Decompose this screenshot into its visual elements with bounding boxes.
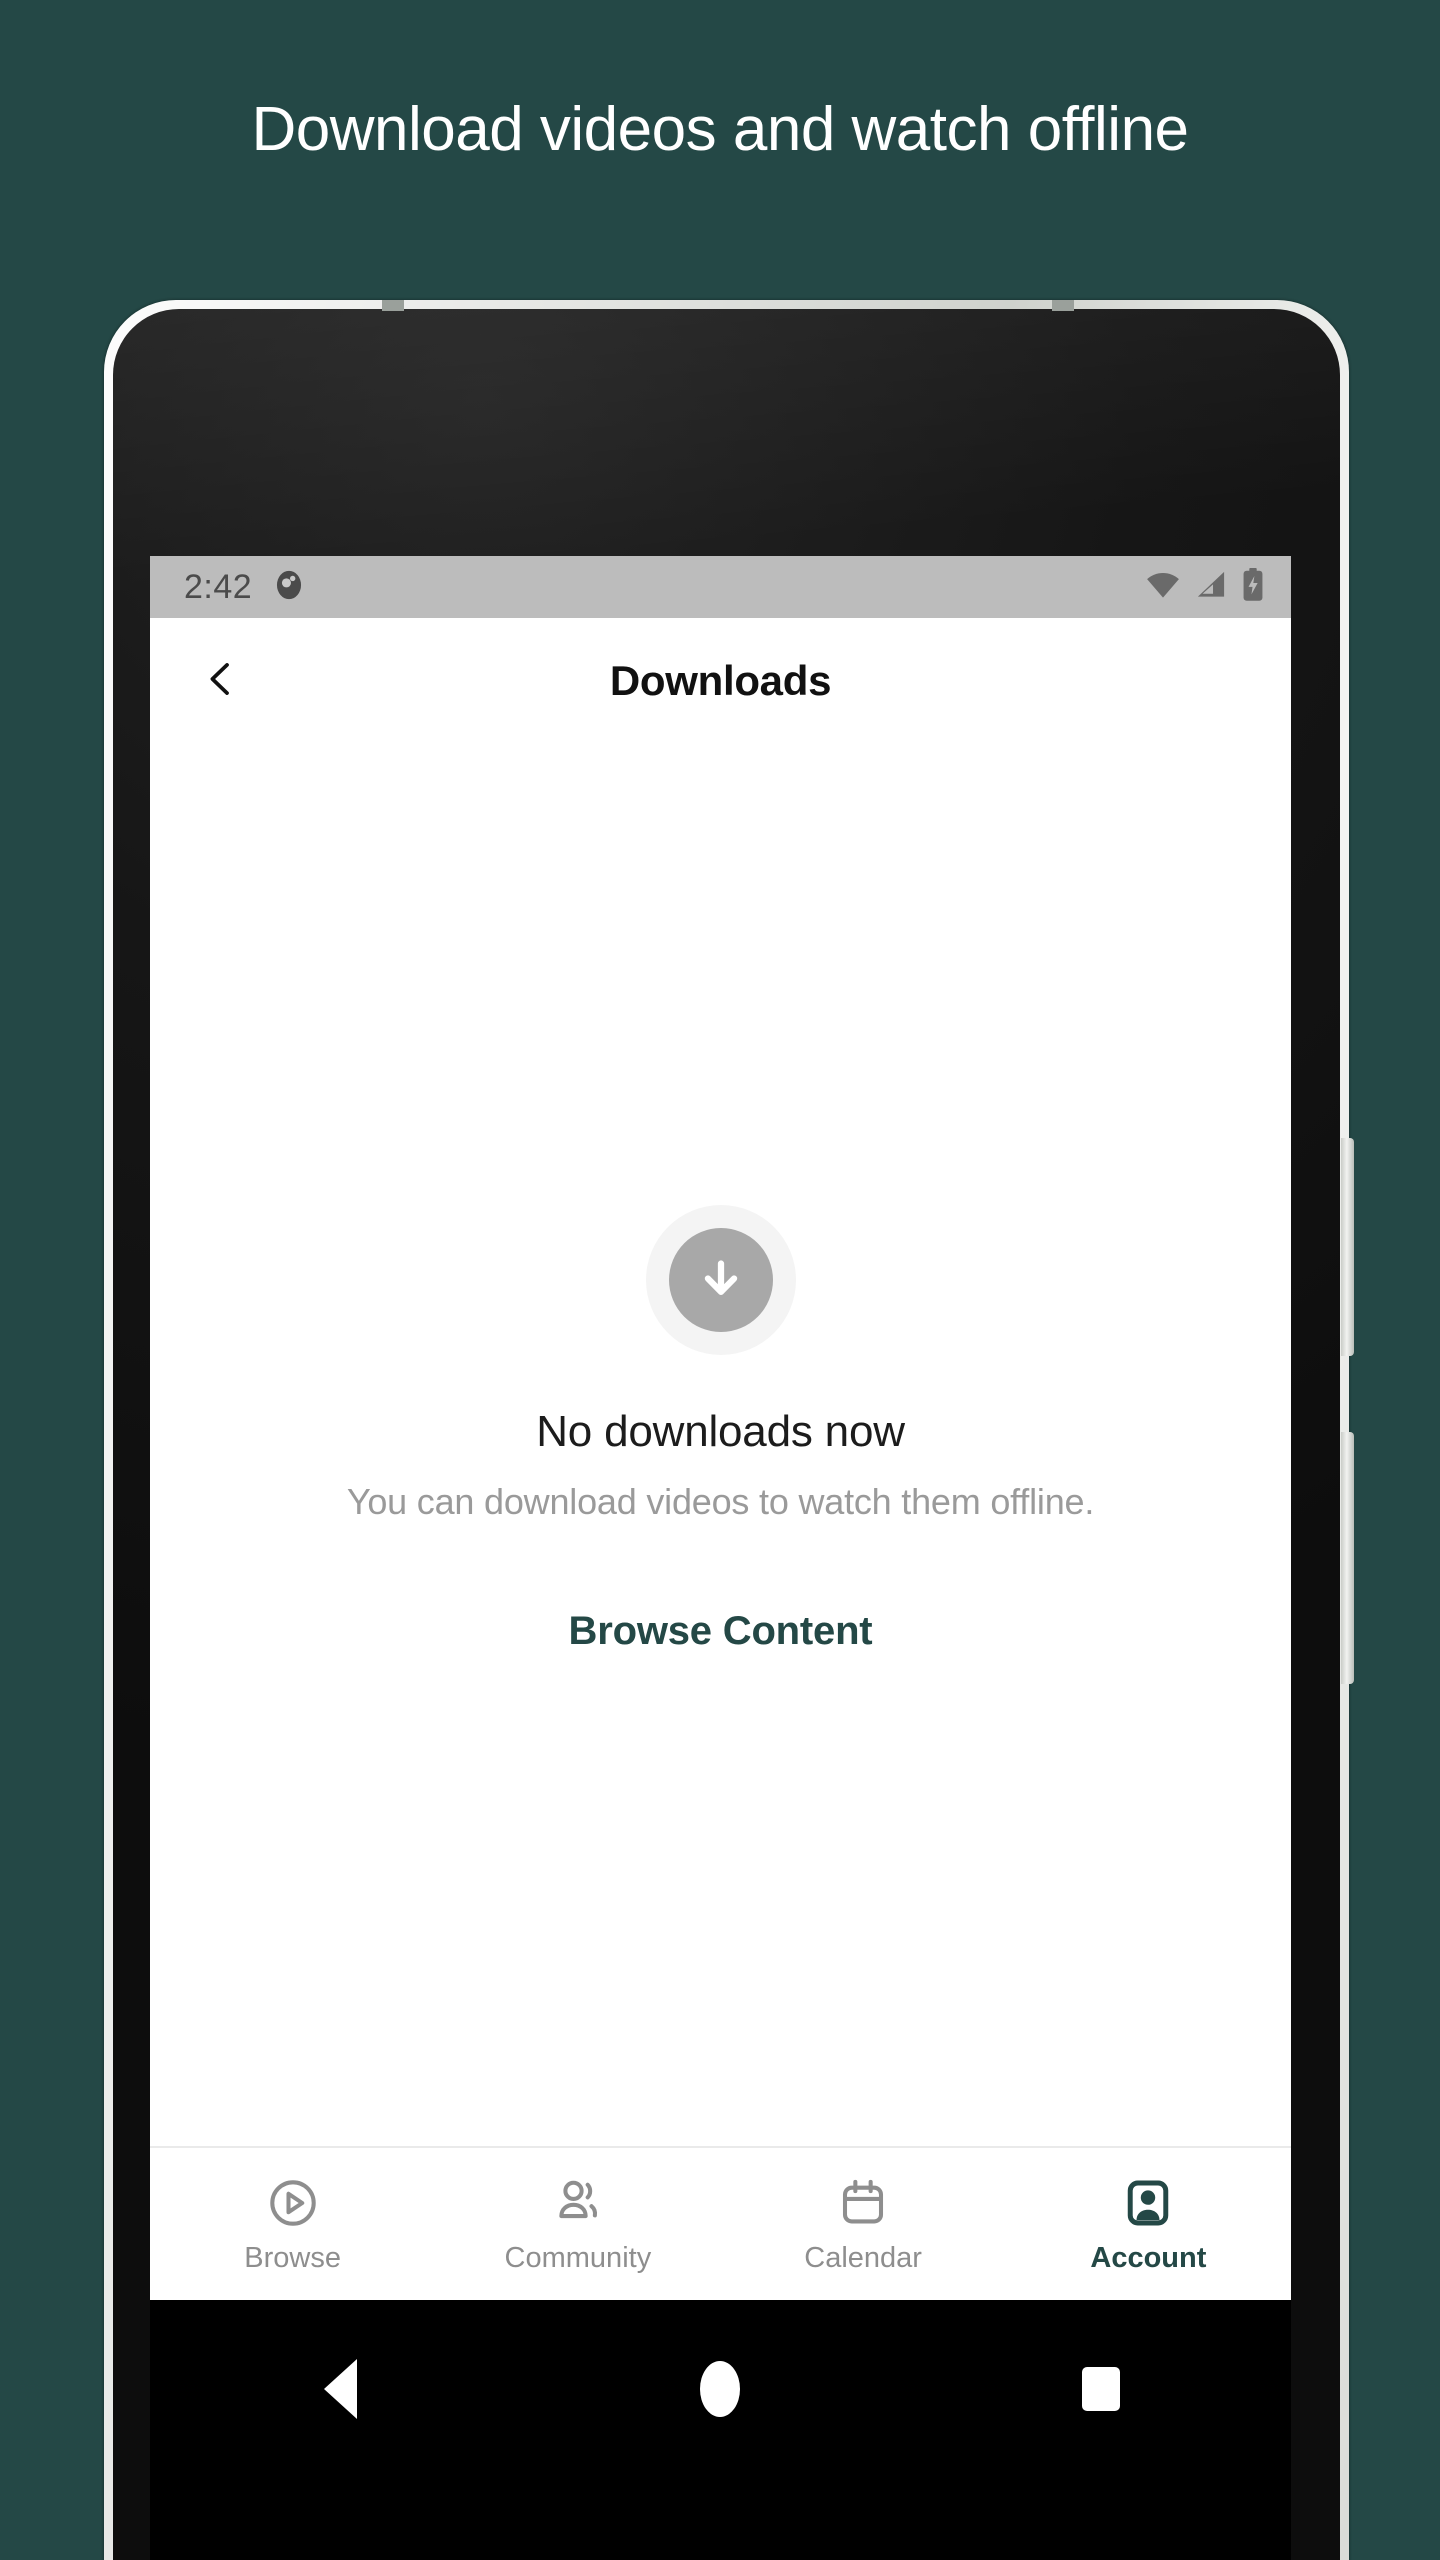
status-right-icons bbox=[1145, 567, 1265, 607]
back-button[interactable] bbox=[184, 644, 258, 718]
status-left-icons bbox=[272, 568, 306, 607]
phone-antenna-band-right bbox=[1052, 300, 1074, 311]
battery-charging-icon bbox=[1241, 567, 1265, 607]
tab-browse-label: Browse bbox=[244, 2241, 341, 2274]
play-circle-icon bbox=[266, 2174, 320, 2232]
downloads-empty-state: No downloads now You can download videos… bbox=[150, 744, 1291, 2114]
wifi-icon bbox=[1145, 570, 1181, 605]
people-icon bbox=[551, 2174, 605, 2232]
phone-screen: 2:42 Downloads No downloads now You can … bbox=[150, 556, 1291, 2300]
chevron-left-icon bbox=[199, 657, 243, 706]
app-bar: Downloads bbox=[150, 618, 1291, 744]
tab-account[interactable]: Account bbox=[1006, 2148, 1291, 2300]
android-home-icon bbox=[700, 2361, 741, 2417]
android-recents-icon bbox=[1081, 2367, 1120, 2411]
browse-content-button[interactable]: Browse Content bbox=[569, 1609, 873, 1654]
android-back-button[interactable] bbox=[280, 2344, 400, 2434]
page-title: Download videos and watch offline bbox=[251, 95, 1189, 164]
status-clock: 2:42 bbox=[184, 567, 253, 606]
app-notification-icon bbox=[272, 568, 306, 607]
download-arrow-icon bbox=[668, 1227, 773, 1332]
android-back-icon bbox=[323, 2359, 357, 2419]
power-button[interactable] bbox=[1341, 1432, 1354, 1684]
tab-browse[interactable]: Browse bbox=[150, 2148, 435, 2300]
empty-state-icon-halo bbox=[645, 1204, 796, 1355]
tab-account-label: Account bbox=[1090, 2241, 1207, 2274]
android-recents-button[interactable] bbox=[1041, 2344, 1161, 2434]
tab-community-label: Community bbox=[504, 2241, 652, 2274]
tab-community[interactable]: Community bbox=[435, 2148, 720, 2300]
empty-state-title: No downloads now bbox=[536, 1406, 905, 1456]
cellular-signal-icon bbox=[1195, 570, 1227, 605]
account-box-icon bbox=[1121, 2174, 1175, 2232]
tab-calendar-label: Calendar bbox=[804, 2241, 922, 2274]
tab-calendar[interactable]: Calendar bbox=[721, 2148, 1006, 2300]
bottom-tab-bar: Browse Community Calendar Account bbox=[150, 2146, 1291, 2300]
phone-antenna-band-left bbox=[382, 300, 404, 311]
volume-button[interactable] bbox=[1341, 1138, 1354, 1356]
app-bar-title: Downloads bbox=[609, 657, 832, 704]
android-home-button[interactable] bbox=[660, 2344, 780, 2434]
empty-state-subtitle: You can download videos to watch them of… bbox=[346, 1480, 1095, 1522]
status-bar: 2:42 bbox=[150, 556, 1291, 618]
android-system-nav bbox=[150, 2300, 1291, 2560]
calendar-icon bbox=[836, 2174, 890, 2232]
